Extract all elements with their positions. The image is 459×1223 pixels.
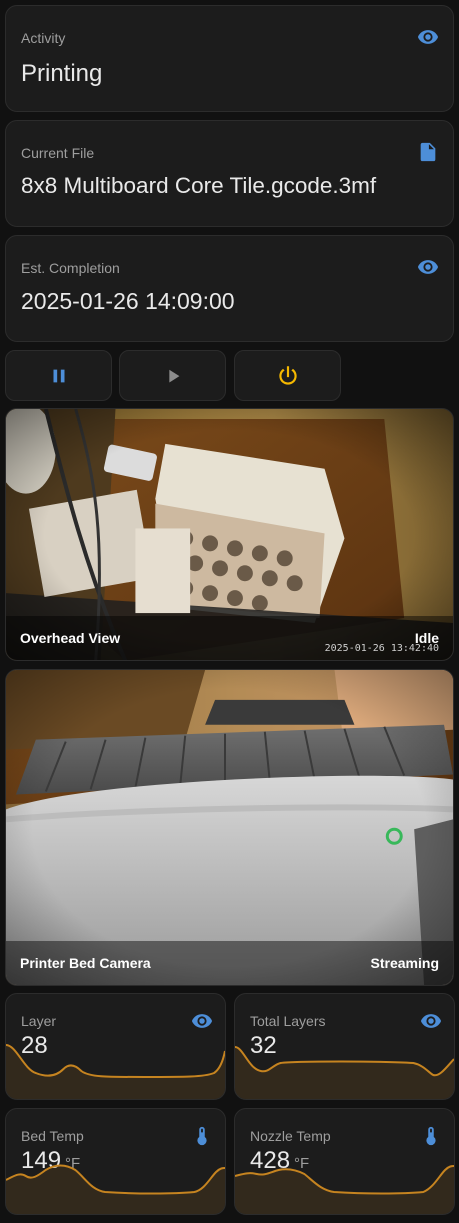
nozzle-temp-history-graph (235, 1165, 454, 1214)
completion-card[interactable]: Est. Completion 2025-01-26 14:09:00 (5, 235, 454, 342)
activity-card[interactable]: Activity Printing (5, 5, 454, 112)
nozzle-temp-label: Nozzle Temp (250, 1128, 331, 1144)
bed-camera-caption: Printer Bed Camera Streaming (6, 941, 453, 985)
nozzle-temp-card[interactable]: Nozzle Temp 428 °F (234, 1108, 455, 1215)
current-file-card[interactable]: Current File 8x8 Multiboard Core Tile.gc… (5, 120, 454, 227)
layer-card[interactable]: Layer 28 (5, 993, 226, 1100)
camera-timestamp: 2025-01-26 13:42:40 (324, 643, 439, 654)
eye-icon (417, 30, 439, 44)
thermometer-icon (197, 1126, 207, 1146)
eye-icon (420, 1014, 442, 1028)
bed-temp-history-graph (6, 1164, 225, 1214)
resume-button[interactable] (119, 350, 226, 401)
eye-icon (417, 260, 439, 274)
current-file-label: Current File (21, 145, 95, 161)
total-layers-card[interactable]: Total Layers 32 (234, 993, 455, 1100)
eye-icon (191, 1014, 213, 1028)
power-icon (278, 365, 297, 385)
camera-name: Overhead View (20, 630, 121, 646)
completion-value: 2025-01-26 14:09:00 (21, 288, 235, 314)
play-icon (168, 369, 179, 383)
bed-temp-label: Bed Temp (21, 1128, 84, 1144)
activity-value: Printing (21, 60, 103, 87)
bed-camera-image (6, 670, 453, 985)
file-icon (420, 142, 436, 162)
stop-button[interactable] (234, 350, 341, 401)
bed-camera[interactable]: Printer Bed Camera Streaming (5, 669, 454, 986)
current-file-value: 8x8 Multiboard Core Tile.gcode.3mf (21, 173, 377, 198)
pause-button[interactable] (5, 350, 112, 401)
layer-label: Layer (21, 1013, 57, 1029)
camera-status: Streaming (370, 955, 439, 971)
pause-icon (53, 369, 64, 382)
bed-temp-card[interactable]: Bed Temp 149 °F (5, 1108, 226, 1215)
total-layers-label: Total Layers (250, 1013, 326, 1029)
total-layers-history-graph (235, 1046, 454, 1099)
activity-label: Activity (21, 30, 66, 46)
completion-label: Est. Completion (21, 260, 120, 276)
camera-name: Printer Bed Camera (20, 955, 151, 971)
layer-history-graph (6, 1044, 225, 1099)
overhead-camera[interactable]: Overhead View Idle 2025-01-26 13:42:40 (5, 408, 454, 661)
thermometer-icon (426, 1126, 436, 1146)
